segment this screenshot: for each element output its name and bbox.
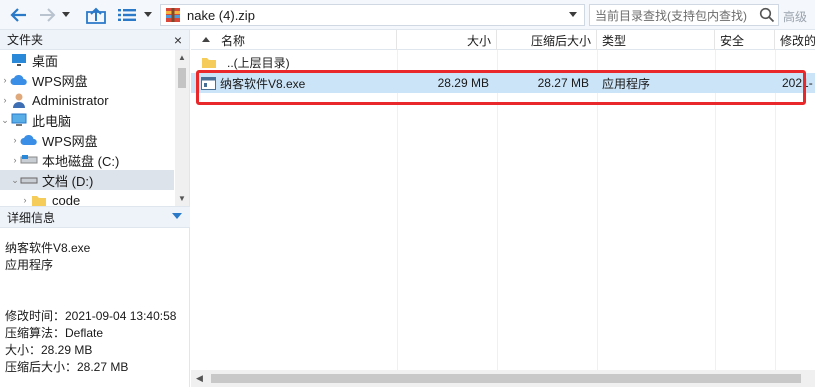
search-placeholder: 当前目录查找(支持包内查找): [595, 8, 747, 23]
arrow-left-icon: [10, 8, 26, 22]
tree-item-label: WPS网盘: [42, 133, 98, 149]
detail-size: 大小：28.29 MB: [5, 343, 93, 357]
file-list-scrollbar[interactable]: ◀: [191, 370, 815, 387]
tree-item-code[interactable]: › code: [0, 190, 174, 207]
address-text: nake (4).zip: [187, 7, 255, 23]
tree-item-label: 此电脑: [32, 113, 72, 129]
chevron-down-icon[interactable]: ⌄: [10, 175, 20, 186]
search-input[interactable]: 当前目录查找(支持包内查找): [589, 4, 779, 26]
search-icon: [759, 7, 775, 23]
detail-file-name: 纳客软件V8.exe: [5, 241, 91, 255]
user-icon: [10, 92, 28, 108]
folder-icon: [30, 192, 48, 206]
detail-algorithm: 压缩算法：Deflate: [5, 326, 104, 340]
tree-item-wps-cloud[interactable]: › WPS网盘: [0, 70, 174, 90]
computer-icon: [10, 112, 28, 128]
detail-modified: 修改时间：2021-09-04 13:40:58: [5, 309, 177, 323]
tree-item-label: 文档 (D:): [42, 173, 94, 189]
parent-directory-label: ..(上层目录): [227, 55, 290, 70]
tree-item-this-pc[interactable]: ⌄ 此电脑: [0, 110, 174, 130]
desktop-icon: [10, 52, 28, 68]
chevron-right-icon[interactable]: ›: [20, 195, 30, 205]
details-pane: 纳客软件V8.exe 应用程序 修改时间：2021-09-04 13:40:58…: [5, 240, 176, 376]
scroll-left-icon[interactable]: ◀: [196, 373, 203, 384]
close-icon[interactable]: ×: [174, 32, 182, 48]
column-header: 名称 大小 压缩后大小 类型 安全 修改的: [191, 30, 815, 50]
cloud-icon: [20, 132, 38, 148]
column-packed-size[interactable]: 压缩后大小: [497, 30, 597, 50]
toolbar: nake (4).zip 当前目录查找(支持包内查找) 高级: [0, 0, 815, 30]
detail-file-type: 应用程序: [5, 258, 54, 272]
file-list-pane: 名称 大小 压缩后大小 类型 安全 修改的 ..(上层目录) 纳客软件V8.ex…: [191, 30, 815, 387]
view-mode-dropdown[interactable]: [142, 4, 154, 26]
forward-button[interactable]: [36, 4, 58, 26]
column-modified[interactable]: 修改的: [775, 30, 815, 50]
cloud-icon: [10, 72, 28, 88]
up-folder-button[interactable]: [84, 4, 108, 26]
folder-icon: [202, 57, 216, 68]
chevron-right-icon[interactable]: ›: [0, 75, 10, 85]
scroll-down-icon[interactable]: ▼: [178, 194, 186, 203]
tree-item-wps-cloud-2[interactable]: › WPS网盘: [0, 130, 174, 150]
tree-item-label: 本地磁盘 (C:): [42, 153, 120, 169]
search-button[interactable]: [759, 7, 775, 26]
sort-ascending-icon: [202, 37, 210, 42]
folder-pane-header: 文件夹 ×: [0, 30, 189, 50]
list-view-icon: [118, 9, 136, 21]
up-folder-icon: [86, 7, 106, 24]
view-mode-button[interactable]: [116, 4, 138, 26]
chevron-down-icon[interactable]: ⌄: [0, 115, 10, 126]
address-bar[interactable]: nake (4).zip: [160, 4, 585, 26]
chevron-right-icon[interactable]: ›: [0, 95, 10, 105]
column-name[interactable]: 名称: [191, 30, 397, 50]
highlight-box: [196, 70, 806, 105]
column-size[interactable]: 大小: [397, 30, 497, 50]
chevron-right-icon[interactable]: ›: [10, 135, 20, 145]
drive-icon: [20, 172, 38, 188]
address-dropdown[interactable]: [568, 8, 578, 22]
folder-tree-scrollbar[interactable]: ▲ ▼: [175, 50, 189, 206]
folder-pane: 文件夹 × 桌面 › WPS网盘 › Administrator ⌄ 此电脑 ›…: [0, 30, 190, 387]
tree-item-label: 桌面: [32, 53, 59, 69]
back-button[interactable]: [8, 4, 30, 26]
tree-item-desktop[interactable]: 桌面: [0, 50, 174, 70]
tree-item-label: Administrator: [32, 92, 109, 108]
detail-compressed-size: 压缩后大小：28.27 MB: [5, 360, 129, 374]
tree-item-label: code: [52, 192, 81, 207]
tree-item-administrator[interactable]: › Administrator: [0, 90, 174, 110]
parent-directory-row[interactable]: ..(上层目录): [191, 52, 815, 72]
history-dropdown[interactable]: [60, 4, 72, 26]
column-security[interactable]: 安全: [715, 30, 775, 50]
drive-icon: [20, 152, 38, 168]
tree-item-label: WPS网盘: [32, 73, 88, 89]
chevron-right-icon[interactable]: ›: [10, 155, 20, 165]
scrollbar-thumb[interactable]: [178, 68, 186, 88]
column-type[interactable]: 类型: [597, 30, 715, 50]
chevron-down-icon: [62, 12, 70, 17]
scroll-up-icon[interactable]: ▲: [178, 53, 186, 62]
chevron-down-icon: [144, 12, 152, 17]
tree-item-drive-d[interactable]: ⌄ 文档 (D:): [0, 170, 174, 190]
advanced-search-link[interactable]: 高级: [783, 8, 807, 25]
folder-pane-title: 文件夹: [7, 33, 44, 47]
collapse-icon[interactable]: [172, 213, 182, 219]
chevron-down-icon: [569, 12, 577, 17]
folder-tree: 桌面 › WPS网盘 › Administrator ⌄ 此电脑 › WPS网盘…: [0, 50, 189, 206]
tree-item-drive-c[interactable]: › 本地磁盘 (C:): [0, 150, 174, 170]
arrow-right-icon: [40, 8, 56, 22]
details-pane-header[interactable]: 详细信息: [0, 206, 190, 228]
details-pane-title: 详细信息: [7, 210, 56, 225]
scrollbar-thumb[interactable]: [211, 374, 801, 383]
archive-icon: [166, 8, 180, 22]
